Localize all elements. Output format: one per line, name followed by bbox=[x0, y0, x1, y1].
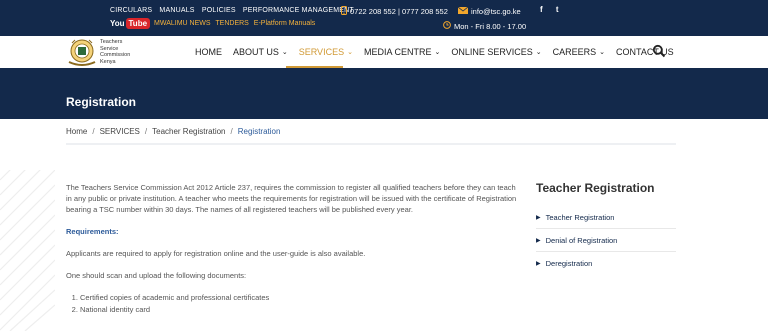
nav-media-centre[interactable]: MEDIA CENTRE ⌄ bbox=[364, 47, 440, 57]
page-title: Registration bbox=[66, 95, 137, 109]
top-links-row1: CIRCULARS MANUALS POLICIES PERFORMANCE M… bbox=[110, 7, 359, 14]
caret-right-icon: ▶ bbox=[536, 237, 541, 244]
logo-text-line1: Teachers bbox=[100, 39, 123, 45]
logo-text-line2: Service bbox=[100, 45, 119, 52]
breadcrumb-separator: / bbox=[92, 127, 95, 136]
social-links: f t bbox=[540, 5, 570, 14]
top-link-manuals[interactable]: MANUALS bbox=[159, 7, 194, 14]
sidebar-item-label: Teacher Registration bbox=[545, 212, 615, 222]
nav-careers-label: CAREERS bbox=[552, 47, 597, 57]
sidebar-item-denial-of-registration[interactable]: ▶ Denial of Registration bbox=[536, 229, 676, 251]
scan-paragraph: One should scan and upload the following… bbox=[66, 271, 247, 280]
clock-icon bbox=[443, 21, 451, 31]
envelope-icon bbox=[457, 6, 469, 16]
top-link-policies[interactable]: POLICIES bbox=[202, 7, 236, 14]
breadcrumb: Home / SERVICES / Teacher Registration / Regis… bbox=[66, 127, 280, 136]
chevron-down-icon: ⌄ bbox=[347, 49, 353, 56]
youtube-logo-tube: Tube bbox=[125, 18, 151, 29]
list-item: Certified copies of academic and profess… bbox=[80, 292, 521, 303]
breadcrumb-home[interactable]: Home bbox=[66, 127, 87, 136]
phone-icon bbox=[341, 6, 347, 17]
sidebar-item-teacher-registration[interactable]: ▶ Teacher Registration bbox=[536, 206, 676, 228]
chevron-down-icon: ⌄ bbox=[599, 49, 605, 56]
breadcrumb-separator: / bbox=[144, 127, 148, 136]
logo-text: Teachers Service Commission Kenya bbox=[100, 39, 130, 65]
nav-online-services[interactable]: ONLINE SERVICES ⌄ bbox=[451, 47, 541, 57]
phone-numbers[interactable]: 0722 208 552 | 0777 208 552 bbox=[350, 7, 448, 16]
apply-paragraph: Applicants are required to apply for reg… bbox=[66, 249, 366, 258]
top-link-performance-management[interactable]: PERFORMANCE MANAGEMENT bbox=[243, 7, 354, 14]
caret-right-icon: ▶ bbox=[536, 260, 541, 267]
decorative-stripes bbox=[0, 170, 55, 331]
youtube-logo-you: You bbox=[110, 19, 125, 28]
chevron-down-icon: ⌄ bbox=[281, 49, 288, 56]
office-hours-text: Mon - Fri 8.00 - 17.00 bbox=[454, 21, 527, 31]
nav-media-centre-label: MEDIA CENTRE bbox=[363, 47, 432, 57]
breadcrumb-divider bbox=[66, 143, 676, 145]
facebook-icon[interactable]: f bbox=[540, 5, 543, 14]
page-banner: Registration bbox=[0, 68, 768, 119]
twitter-icon[interactable]: t bbox=[556, 5, 559, 14]
logo-text-line4: Kenya bbox=[100, 58, 116, 65]
sidebar-item-label: Denial of Registration bbox=[545, 235, 618, 245]
breadcrumb-separator: / bbox=[230, 127, 233, 136]
breadcrumb-services[interactable]: SERVICES bbox=[100, 127, 140, 136]
nav-services-label: SERVICES bbox=[298, 47, 345, 57]
nav-services[interactable]: SERVICES ⌄ bbox=[299, 47, 353, 57]
breadcrumb-teacher-registration[interactable]: Teacher Registration bbox=[152, 127, 225, 136]
chevron-down-icon: ⌄ bbox=[434, 49, 441, 56]
main-nav: HOME ABOUT US ⌄ SERVICES ⌄ MEDIA CENTRE ⌄ O… bbox=[195, 45, 685, 59]
sidebar-item-label: Deregistration bbox=[545, 258, 593, 268]
phone-contact: 0722 208 552 | 0777 208 552 bbox=[341, 6, 448, 17]
top-links-row2: You Tube MWALIMU NEWS TENDERS E-Platform… bbox=[110, 17, 318, 30]
caret-right-icon: ▶ bbox=[536, 214, 541, 221]
nav-home[interactable]: HOME bbox=[195, 47, 222, 57]
intro-paragraph: The Teachers Service Commission Act 2012… bbox=[66, 183, 517, 214]
requirements-heading: Requirements: bbox=[66, 227, 119, 236]
email-contact: info@tsc.go.ke bbox=[457, 6, 521, 16]
nav-online-services-label: ONLINE SERVICES bbox=[451, 47, 533, 57]
search-icon[interactable] bbox=[652, 44, 666, 58]
top-link-circulars[interactable]: CIRCULARS bbox=[110, 7, 152, 14]
office-hours: Mon - Fri 8.00 - 17.00 bbox=[443, 21, 526, 31]
list-item: National identity card bbox=[80, 304, 521, 315]
logo-text-line3: Commission bbox=[100, 52, 131, 59]
sidebar-item-deregistration[interactable]: ▶ Deregistration bbox=[536, 252, 676, 274]
sidebar-title: Teacher Registration bbox=[536, 181, 655, 195]
nav-home-label: HOME bbox=[195, 47, 222, 57]
top-link-mwalimu-news[interactable]: MWALIMU NEWS bbox=[154, 20, 211, 27]
top-link-tenders[interactable]: TENDERS bbox=[215, 20, 248, 27]
breadcrumb-current: Registration bbox=[237, 127, 281, 136]
chevron-down-icon: ⌄ bbox=[535, 49, 542, 56]
nav-about-us-label: ABOUT US bbox=[233, 47, 279, 57]
top-bar: CIRCULARS MANUALS POLICIES PERFORMANCE M… bbox=[0, 0, 768, 36]
nav-careers[interactable]: CAREERS ⌄ bbox=[553, 47, 605, 57]
email-address[interactable]: info@tsc.go.ke bbox=[471, 7, 521, 16]
top-link-eplatform-manuals[interactable]: E-Platform Manuals bbox=[254, 20, 315, 27]
tsc-logo-icon[interactable] bbox=[66, 38, 98, 68]
nav-about-us[interactable]: ABOUT US ⌄ bbox=[233, 47, 288, 57]
youtube-logo[interactable]: You Tube bbox=[110, 17, 151, 30]
main-content: The Teachers Service Commission Act 2012… bbox=[66, 182, 521, 316]
documents-list: Certified copies of academic and profess… bbox=[80, 292, 521, 315]
